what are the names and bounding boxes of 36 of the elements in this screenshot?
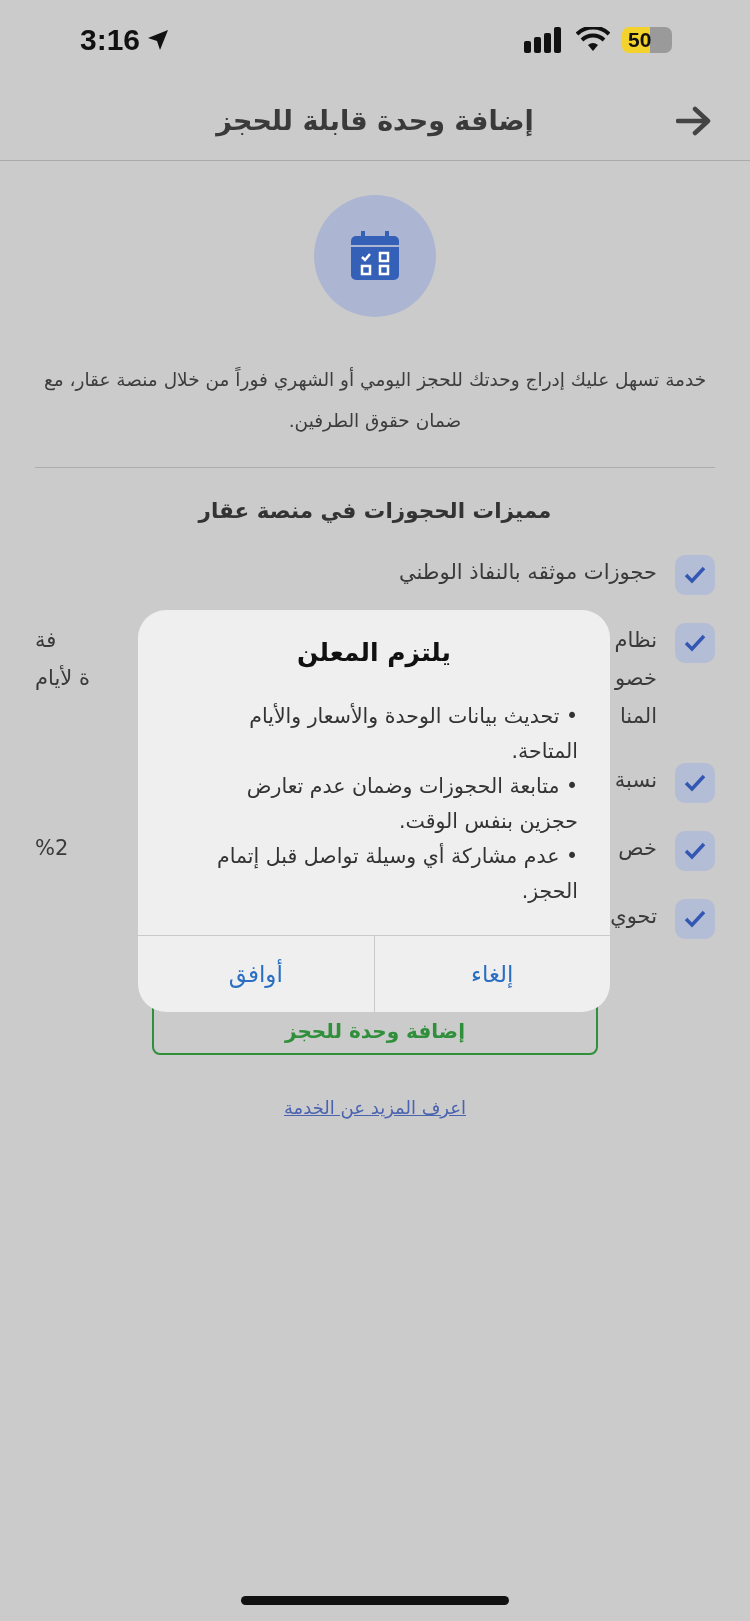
feature-text: ة لأيام [35, 666, 90, 690]
feature-text: تحوي [610, 904, 657, 928]
page-title: إضافة وحدة قابلة للحجز [216, 104, 534, 136]
learn-more-link[interactable]: اعرف المزيد عن الخدمة [283, 1097, 467, 1118]
checkbox[interactable] [675, 623, 715, 663]
checkmark-icon [684, 910, 706, 928]
checkmark-icon [684, 842, 706, 860]
features-title: مميزات الحجوزات في منصة عقار [198, 498, 552, 523]
checkbox[interactable] [675, 763, 715, 803]
checkbox[interactable] [675, 899, 715, 939]
feature-text: نظام [614, 628, 657, 652]
dialog-title: يلتزم المعلن [296, 638, 452, 667]
dialog-bullet-text: • متابعة الحجوزات وضمان عدم تعارض حجزين بنفس الوقت. [245, 773, 578, 835]
status-time: 3:16 [80, 23, 141, 57]
checkmark-icon [684, 566, 706, 584]
location-arrow-icon [146, 28, 171, 52]
feature-text: خص [618, 836, 657, 860]
dialog-bullet-text: • عدم مشاركة أي وسيلة تواصل قبل إتمام الحجز. [216, 842, 578, 905]
checkbox[interactable] [675, 555, 715, 595]
feature-text: المنا [619, 704, 657, 728]
feature-text: خصو [614, 666, 657, 690]
checkmark-icon [684, 634, 706, 652]
feature-text: نسبة [614, 768, 657, 792]
signal-icon [524, 27, 564, 53]
service-description: خدمة تسهل عليك إدراج وحدتك للحجز اليومي أو الشهري فوراً من خلال منصة عقار، مع ضمان حقوق الطرفين. [42, 366, 708, 434]
feature-text: فة [35, 628, 57, 652]
checkmark-icon [684, 774, 706, 792]
feature-text: %2 [35, 836, 69, 860]
battery-level: 50 [622, 27, 672, 53]
back-arrow-icon[interactable] [676, 106, 712, 136]
calendar-icon [349, 230, 401, 282]
dialog-button[interactable]: إلغاء [373, 936, 610, 1012]
dialog-bullet-text: • تحديث بيانات الوحدة والأسعار والأيام المتاحة. [248, 702, 578, 765]
checkbox[interactable] [675, 831, 715, 871]
wifi-icon [576, 27, 610, 53]
feature-text: حجوزات موثقه بالنفاذ الوطني [399, 560, 657, 584]
